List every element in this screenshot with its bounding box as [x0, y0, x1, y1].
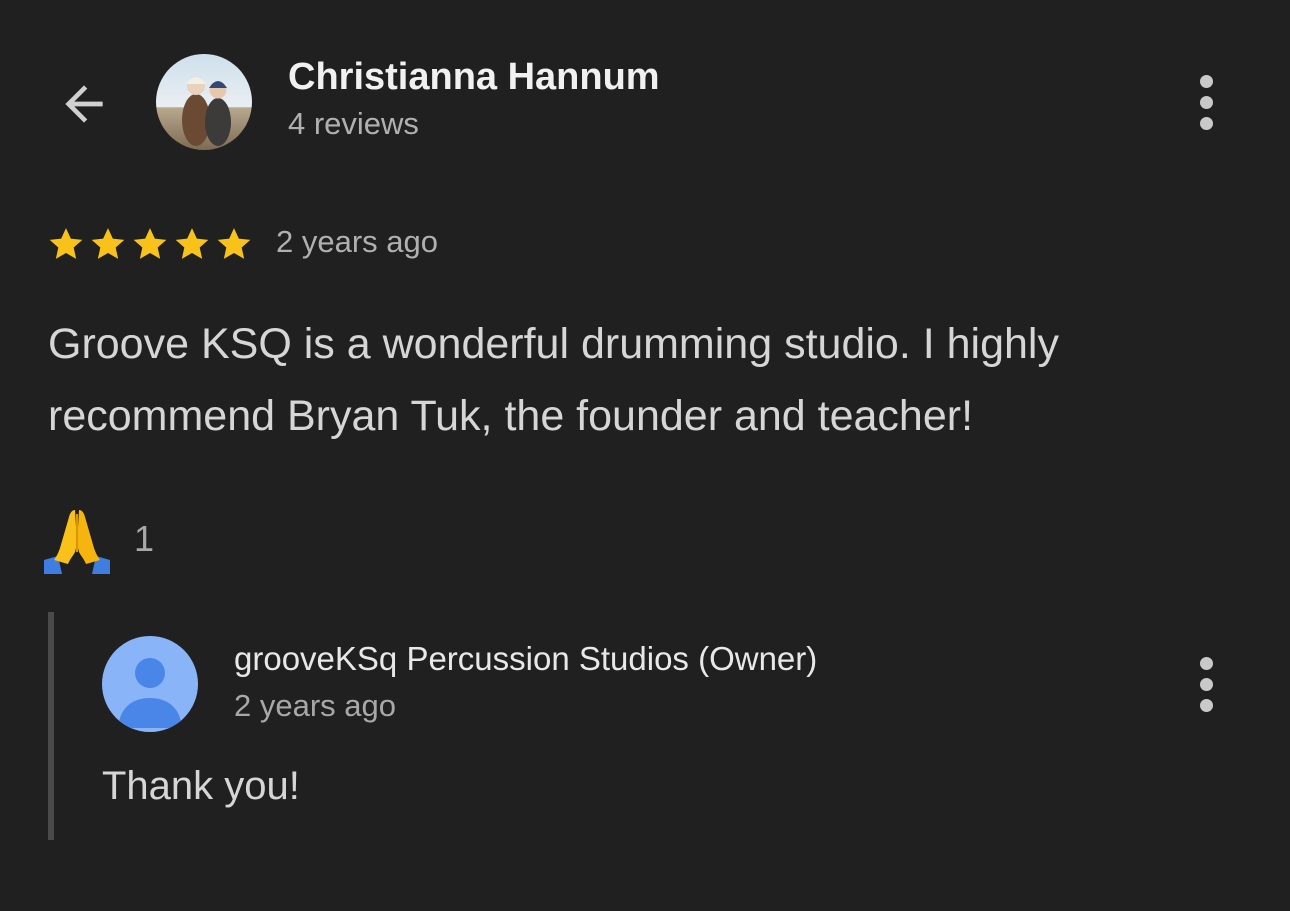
more-vertical-icon: [1199, 656, 1213, 670]
reply-more-options-button[interactable]: [1186, 652, 1226, 716]
reaction-button[interactable]: 1: [42, 504, 154, 574]
star-icon: [133, 228, 167, 259]
more-vertical-icon-dot: [1199, 116, 1213, 130]
review-more-options-button[interactable]: [1186, 70, 1226, 134]
arrow-left-icon: [65, 85, 103, 123]
owner-reply-text: Thank you!: [102, 764, 300, 808]
back-button[interactable]: [52, 72, 116, 136]
reviewer-avatar[interactable]: [156, 54, 252, 150]
folded-hands-icon: [44, 510, 110, 574]
reviewer-photo: [156, 54, 252, 150]
star-icon: [217, 228, 251, 259]
more-vertical-icon-dot: [1199, 95, 1213, 109]
review-date: 2 years ago: [276, 224, 438, 259]
more-vertical-icon-dot: [1199, 677, 1213, 691]
reviewer-review-count: 4 reviews: [288, 106, 419, 141]
owner-avatar: [102, 636, 198, 732]
reply-divider: [48, 612, 54, 840]
star-rating: [46, 222, 254, 266]
more-vertical-icon: [1199, 74, 1213, 88]
reaction-count: 1: [134, 518, 155, 559]
more-vertical-icon-dot: [1199, 698, 1213, 712]
star-icon: [91, 228, 125, 259]
default-person-avatar-icon: [102, 636, 198, 732]
review-text: Groove KSQ is a wonderful drumming studi…: [48, 320, 1059, 440]
star-icon: [49, 228, 83, 259]
star-icon: [175, 228, 209, 259]
reviewer-name[interactable]: Christianna Hannum: [288, 56, 660, 99]
owner-reply-name: grooveKSq Percussion Studios (Owner): [234, 640, 818, 677]
owner-reply-date: 2 years ago: [234, 688, 396, 723]
